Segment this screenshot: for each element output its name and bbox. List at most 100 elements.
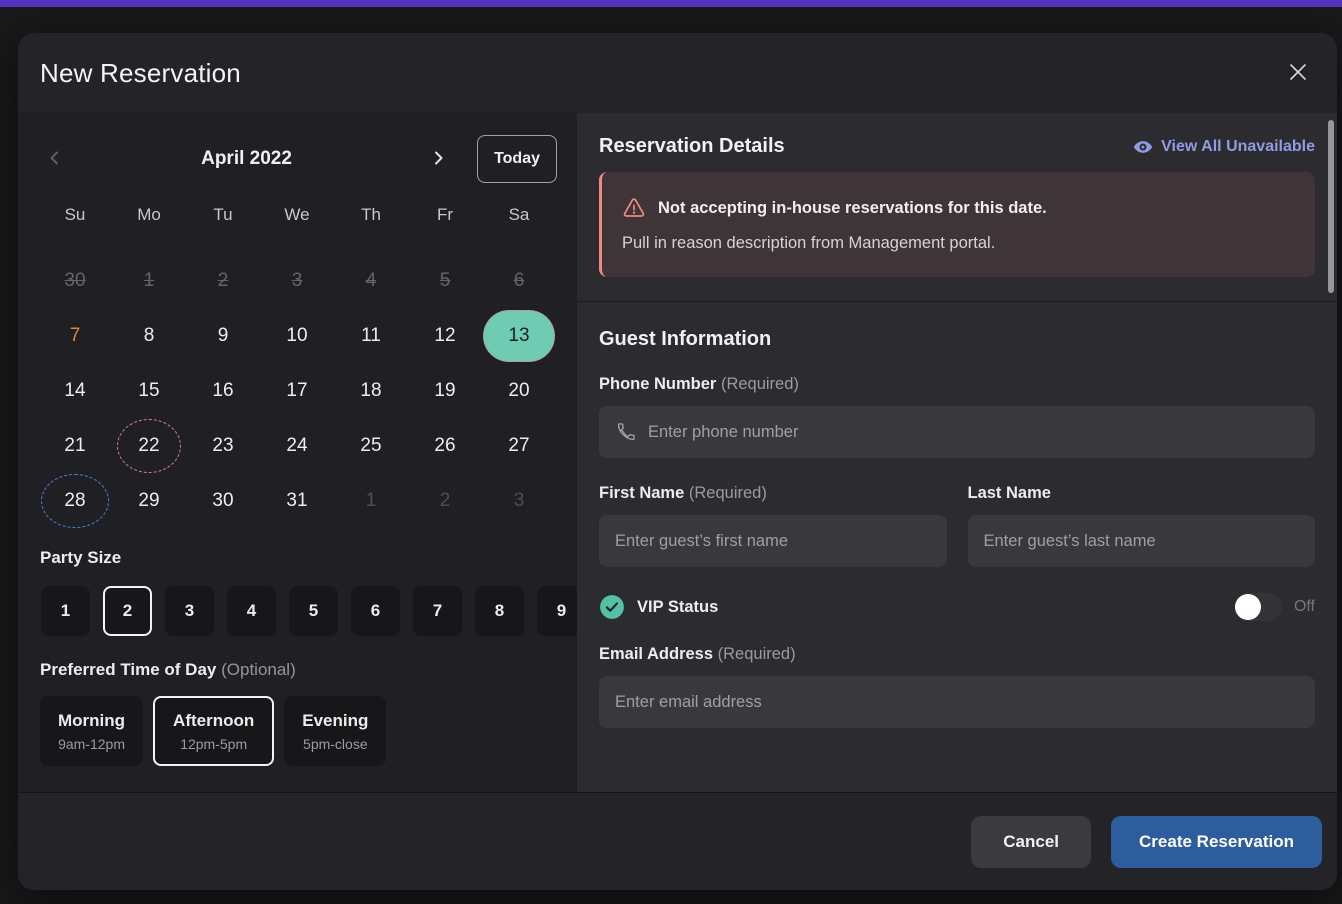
calendar-day-value: 18 [360, 380, 381, 402]
calendar-day-22[interactable]: 22 [112, 418, 186, 473]
calendar-day-7[interactable]: 7 [38, 308, 112, 363]
eye-icon [1133, 137, 1153, 157]
party-size-option-4[interactable]: 4 [227, 586, 276, 636]
phone-handset-icon [615, 422, 636, 443]
party-size-option-6[interactable]: 6 [351, 586, 400, 636]
calendar-header: April 2022 Today [38, 135, 557, 183]
first-name-field[interactable] [599, 515, 947, 567]
time-option-afternoon[interactable]: Afternoon12pm-5pm [153, 696, 274, 766]
time-option-morning[interactable]: Morning 9am-12pm [40, 696, 143, 766]
calendar-day-10[interactable]: 10 [260, 308, 334, 363]
calendar-day-23[interactable]: 23 [186, 418, 260, 473]
calendar-day-6[interactable]: 6 [482, 253, 556, 308]
calendar-day-14[interactable]: 14 [38, 363, 112, 418]
toggle-knob [1235, 594, 1261, 620]
phone-number-input[interactable] [648, 423, 1299, 442]
create-reservation-button[interactable]: Create Reservation [1111, 816, 1322, 868]
weekday-label: Mo [112, 199, 186, 231]
page-title: New Reservation [40, 58, 1281, 89]
first-name-label-text: First Name [599, 484, 684, 502]
calendar-day-value: 15 [138, 380, 159, 402]
next-month-button[interactable] [421, 142, 455, 176]
calendar-day-30[interactable]: 30 [38, 253, 112, 308]
calendar-day-3[interactable]: 3 [260, 253, 334, 308]
close-button[interactable] [1281, 56, 1315, 90]
calendar-day-value: 12 [434, 325, 455, 347]
phone-number-field[interactable] [599, 406, 1315, 458]
party-size-options: 123456789 [41, 586, 577, 636]
email-address-label-text: Email Address [599, 645, 713, 663]
today-button[interactable]: Today [477, 135, 557, 183]
calendar-day-27[interactable]: 27 [482, 418, 556, 473]
app-top-accent-bar [0, 0, 1342, 7]
calendar-day-28[interactable]: 28 [38, 473, 112, 528]
calendar-day-value: 24 [286, 435, 307, 457]
scrollbar-thumb[interactable] [1328, 120, 1334, 293]
calendar-day-value: 30 [212, 490, 233, 512]
calendar-day-24[interactable]: 24 [260, 418, 334, 473]
calendar-day-11[interactable]: 11 [334, 308, 408, 363]
calendar-day-31[interactable]: 31 [260, 473, 334, 528]
email-address-field[interactable] [599, 676, 1315, 728]
time-option-range: 9am-12pm [58, 736, 125, 752]
calendar-day-17[interactable]: 17 [260, 363, 334, 418]
time-option-name: Morning [58, 711, 125, 731]
party-size-option-3[interactable]: 3 [165, 586, 214, 636]
calendar-day-value: 6 [514, 270, 525, 292]
party-size-option-1[interactable]: 1 [41, 586, 90, 636]
party-size-option-5[interactable]: 5 [289, 586, 338, 636]
calendar-day-15[interactable]: 15 [112, 363, 186, 418]
calendar-day-value: 5 [440, 270, 451, 292]
calendar-day-value: 3 [514, 490, 525, 512]
calendar-day-1[interactable]: 1 [334, 473, 408, 528]
calendar-day-5[interactable]: 5 [408, 253, 482, 308]
calendar-day-value: 17 [286, 380, 307, 402]
calendar-day-20[interactable]: 20 [482, 363, 556, 418]
vip-status-toggle[interactable] [1234, 593, 1282, 621]
calendar-day-value: 16 [212, 380, 233, 402]
calendar-day-value: 22 [117, 419, 181, 473]
party-size-option-8[interactable]: 8 [475, 586, 524, 636]
calendar-day-1[interactable]: 1 [112, 253, 186, 308]
calendar-day-21[interactable]: 21 [38, 418, 112, 473]
calendar-day-13[interactable]: 13 [482, 308, 556, 363]
calendar-day-26[interactable]: 26 [408, 418, 482, 473]
party-size-option-2[interactable]: 2 [103, 586, 152, 636]
guest-information-heading: Guest Information [599, 328, 1315, 351]
calendar-day-30[interactable]: 30 [186, 473, 260, 528]
calendar-day-value: 11 [361, 325, 381, 347]
email-address-label: Email Address (Required) [599, 645, 1315, 664]
calendar-day-3[interactable]: 3 [482, 473, 556, 528]
weekday-label: Fr [408, 199, 482, 231]
last-name-input[interactable] [984, 532, 1300, 551]
calendar-day-value: 9 [218, 325, 229, 347]
calendar-day-12[interactable]: 12 [408, 308, 482, 363]
calendar-day-25[interactable]: 25 [334, 418, 408, 473]
calendar-day-8[interactable]: 8 [112, 308, 186, 363]
email-address-input[interactable] [615, 693, 1299, 712]
vip-status-label: VIP Status [637, 598, 718, 617]
calendar-day-value: 21 [64, 435, 85, 457]
calendar-day-19[interactable]: 19 [408, 363, 482, 418]
party-size-option-7[interactable]: 7 [413, 586, 462, 636]
previous-month-button[interactable] [38, 142, 72, 176]
calendar-day-16[interactable]: 16 [186, 363, 260, 418]
calendar-day-9[interactable]: 9 [186, 308, 260, 363]
calendar-day-value: 3 [292, 270, 303, 292]
time-option-evening[interactable]: Evening5pm-close [284, 696, 386, 766]
party-size-option-9[interactable]: 9 [537, 586, 577, 636]
last-name-field[interactable] [968, 515, 1316, 567]
month-label: April 2022 [72, 148, 421, 170]
calendar-day-29[interactable]: 29 [112, 473, 186, 528]
view-all-unavailable-link[interactable]: View All Unavailable [1133, 137, 1315, 157]
first-name-input[interactable] [615, 532, 931, 551]
calendar-day-2[interactable]: 2 [186, 253, 260, 308]
calendar-day-value: 10 [286, 325, 307, 347]
cancel-button[interactable]: Cancel [971, 816, 1091, 868]
calendar-day-18[interactable]: 18 [334, 363, 408, 418]
weekday-label: Sa [482, 199, 556, 231]
warning-banner: Not accepting in-house reservations for … [599, 172, 1315, 277]
calendar-day-4[interactable]: 4 [334, 253, 408, 308]
calendar-panel: April 2022 Today SuMoTuWeThFrSa 30123456… [18, 113, 577, 792]
calendar-day-2[interactable]: 2 [408, 473, 482, 528]
